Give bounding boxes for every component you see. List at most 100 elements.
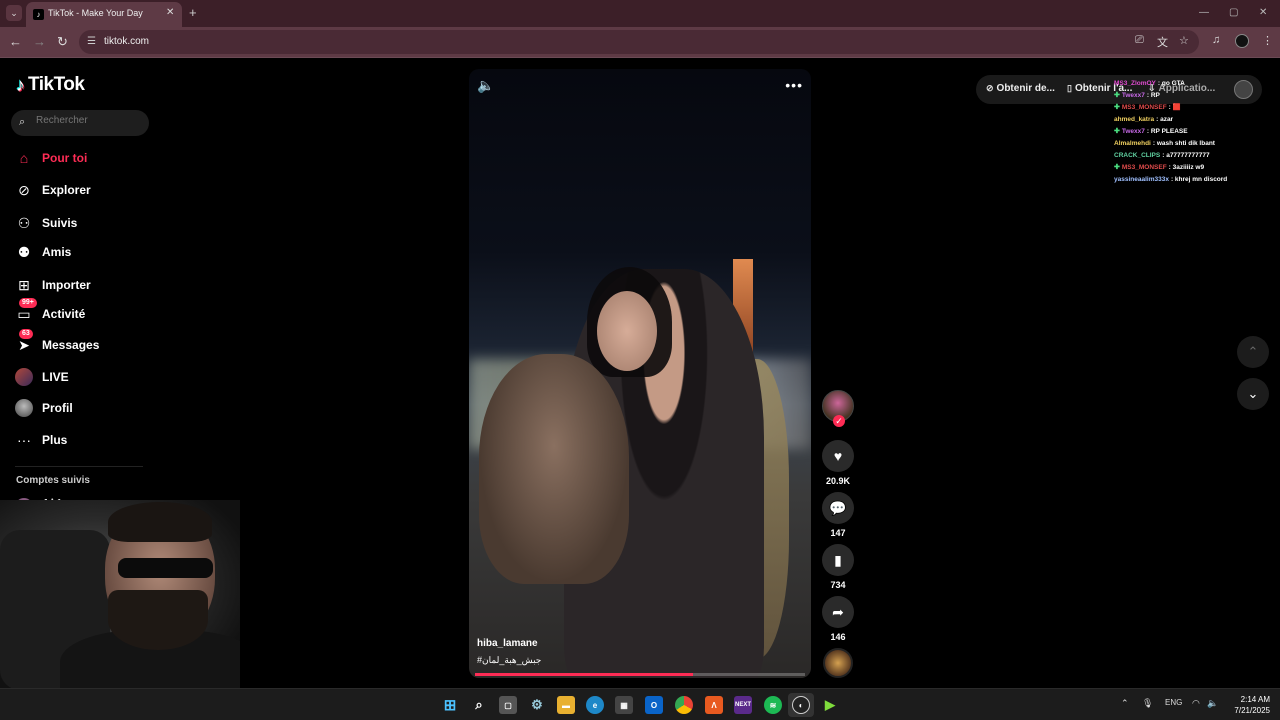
more-options-icon[interactable]: ••• [785,77,803,93]
comment-button[interactable]: 💬 [822,492,854,524]
sidebar-item-activite[interactable]: ▭ 99+ Activité [15,298,86,325]
video-player[interactable]: 🔈 ••• hiba_lamane #جبش_هبة_لمان [469,69,811,678]
maximize-icon[interactable]: ▢ [1229,7,1238,18]
media-icon[interactable]: ▶ [821,696,839,714]
streamer-beard [108,590,208,650]
comment-count: 147 [830,528,846,538]
close-window-icon[interactable]: ✕ [1259,7,1267,18]
browser-tab[interactable]: ♪ TikTok - Make Your Day ✕ [26,2,182,27]
search-icon[interactable]: ⌕ [470,696,488,714]
sidebar-item-suivis[interactable]: ⚇ Suivis [15,212,78,234]
tray-expand-icon[interactable]: ⌃ [1121,698,1129,709]
chat-text: : 🟥 [1168,104,1181,111]
followed-accounts-title: Comptes suivis [16,475,90,486]
chat-badge-icon: ✚ [1114,104,1120,111]
next-video-button[interactable]: ⌄ [1237,378,1269,410]
desktop-icon: ⊘ [986,83,994,93]
chat-username: MS3_MONSEF [1121,163,1167,171]
translate-icon[interactable]: 文 [1157,34,1168,50]
chat-message: ahmed_katra: azar [1114,113,1274,125]
search-input[interactable] [36,115,141,126]
save-count: 734 [830,580,846,590]
woman-face [597,291,657,371]
tab-search-button[interactable]: ⌄ [6,5,22,21]
follow-plus-icon[interactable]: ✓ [833,415,845,427]
streamer-hair [108,502,212,542]
volume-icon[interactable]: 🔈 [1207,698,1218,709]
wifi-icon[interactable]: ◠ [1192,698,1200,709]
share-button[interactable]: ➦ [822,596,854,628]
like-button[interactable]: ♥ [822,440,854,472]
browser-menu-icon[interactable]: ⋮ [1262,34,1273,47]
sidebar-item-live[interactable]: LIVE [15,366,69,388]
live-avatar-icon [15,368,33,386]
bookmark-icon: ▮ [834,551,842,568]
chat-username: Twexx7 [1121,91,1145,99]
start-icon[interactable]: ⊞ [441,696,459,714]
task-view-icon[interactable]: ▢ [499,696,517,714]
sidebar-item-label: LIVE [42,370,69,384]
app-icon[interactable]: Λ [705,696,723,714]
tab-title: TikTok - Make Your Day [48,8,143,18]
reload-icon[interactable]: ↻ [57,34,68,50]
chat-message: ✚ MS3_MONSEF: 🟥 [1114,101,1274,113]
get-desktop-app-button[interactable]: ⊘ Obtenir de... [986,83,1055,94]
sidebar-item-amis[interactable]: ⚉ Amis [15,241,72,263]
tiktok-logo[interactable]: ♪ TikTok [16,74,85,96]
following-icon: ⚇ [17,214,31,231]
site-info-icon[interactable]: ☰ [87,36,96,47]
creator-avatar[interactable]: ✓ [822,390,854,427]
video-hashtag[interactable]: #جبش_هبة_لمان [477,655,541,666]
settings-icon[interactable]: ⚙ [528,696,546,714]
video-progress-bar[interactable] [475,673,805,676]
edge-icon[interactable]: e [586,696,604,714]
cast-icon[interactable]: ⎚ [1135,34,1144,47]
toolbar-divider [0,57,1280,58]
windows-taskbar: ⊞ ⌕ ▢ ⚙ ▬ e ▦ O Λ NEXT ≋ ◐ ▶ ⌃ 🎙 ENG ◠ 🔈… [0,688,1280,720]
new-tab-icon[interactable]: + [189,5,197,20]
share-count: 146 [830,632,846,642]
spotify-icon[interactable]: ≋ [764,696,782,714]
sidebar-item-messages[interactable]: ➤ 63 Messages [15,329,99,356]
next-icon[interactable]: NEXT [734,696,752,714]
chat-badge-icon: ✚ [1114,128,1120,135]
clock-date: 7/21/2025 [1234,706,1270,715]
outlook-icon[interactable]: O [645,696,663,714]
file-explorer-icon[interactable]: ▬ [557,696,575,714]
language-indicator[interactable]: ENG [1165,698,1182,707]
chat-text: : khrej mn discord [1170,175,1228,183]
upload-icon: ⊞ [18,276,30,293]
sidebar-item-explorer[interactable]: ⊘ Explorer [15,179,91,201]
sidebar-item-plus[interactable]: ··· Plus [15,429,67,451]
microphone-icon[interactable]: 🎙 [1142,698,1153,709]
clock-time: 2:14 AM [1240,695,1270,704]
system-clock[interactable]: 2:14 AM 7/21/2025 [1226,694,1270,716]
music-disc-icon[interactable] [823,648,853,678]
previous-video-button[interactable]: ⌃ [1237,336,1269,368]
minimize-icon[interactable]: — [1199,7,1209,18]
back-icon[interactable]: ← [9,34,22,49]
chat-message: ✚ Twexx7: RP [1114,89,1274,101]
volume-icon[interactable]: 🔈 [477,77,494,94]
sidebar-item-label: Suivis [42,216,78,230]
sidebar-item-label: Activité [42,307,86,321]
forward-icon[interactable]: → [33,34,46,49]
video-author[interactable]: hiba_lamane [477,638,538,649]
chat-message: ✚ Twexx7: RP PLEASE [1114,125,1274,137]
sidebar-item-label: Importer [42,278,91,292]
sidebar-item-label: Explorer [42,183,91,197]
friends-icon: ⚉ [17,243,31,260]
search-box[interactable]: ⌕ [11,110,149,136]
sidebar-item-importer[interactable]: ⊞ Importer [15,274,91,296]
profile-avatar-icon[interactable] [1235,34,1249,48]
obs-icon[interactable]: ◐ [792,696,810,714]
tab-close-icon[interactable]: ✕ [166,7,174,18]
save-button[interactable]: ▮ [822,544,854,576]
store-icon[interactable]: ▦ [615,696,633,714]
sidebar-item-pour-toi[interactable]: ⌂ Pour toi [15,147,88,169]
chrome-icon[interactable] [675,696,693,714]
media-control-icon[interactable]: ♫ [1212,34,1220,46]
bookmark-star-icon[interactable]: ☆ [1179,34,1189,47]
sidebar-item-profil[interactable]: Profil [15,397,73,419]
address-bar[interactable]: ☰ tiktok.com [79,30,1199,54]
